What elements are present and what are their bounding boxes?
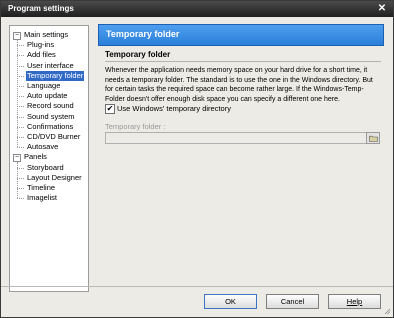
title-bar[interactable]: Program settings ✕ (1, 1, 393, 17)
temporary-folder-input[interactable] (105, 132, 369, 144)
tree-connector (17, 106, 24, 108)
panel-header: Temporary folder (98, 24, 384, 46)
use-windows-temp-checkbox[interactable]: ✔ (105, 104, 115, 114)
folder-icon (368, 135, 378, 142)
tree-connector (17, 167, 24, 169)
tree-item[interactable]: Autosave (26, 142, 59, 152)
tree-item[interactable]: Sound system (26, 112, 76, 122)
section-divider (105, 61, 381, 62)
tree-connector (17, 75, 24, 77)
tree-group-label[interactable]: Panels (23, 152, 48, 162)
tree-connector-vertical (17, 161, 18, 199)
tree-connector (17, 126, 24, 128)
tree-item[interactable]: Language (26, 81, 61, 91)
tree-item[interactable]: User interface (26, 61, 75, 71)
tree-connector (17, 86, 24, 87)
tree-item[interactable]: Add files (26, 50, 57, 60)
panel-header-title: Temporary folder (106, 29, 180, 39)
tree-connector (17, 137, 24, 138)
description-text: Whenever the application needs memory sp… (105, 67, 373, 103)
tree-item[interactable]: Layout Designer (26, 173, 83, 183)
tree-item[interactable]: Plug-ins (26, 40, 55, 50)
tree-item[interactable]: Storyboard (26, 163, 65, 173)
use-windows-temp-label[interactable]: Use Windows' temporary directory (117, 104, 231, 114)
tree-item[interactable]: CD/DVD Burner (26, 132, 81, 142)
tree-connector (17, 116, 24, 118)
tree-connector (17, 45, 24, 47)
tree-connector (17, 55, 24, 57)
tree-connector (17, 65, 24, 67)
tree-connector-vertical (17, 39, 18, 148)
tree-item[interactable]: Auto update (26, 91, 68, 101)
tree-connector (17, 198, 24, 200)
close-icon[interactable]: ✕ (376, 2, 388, 14)
resize-grip-icon[interactable] (384, 308, 391, 315)
program-settings-window: Program settings ✕ − Main settings Plug-in… (0, 0, 394, 318)
tree-item[interactable]: Timeline (26, 183, 56, 193)
tree-connector (17, 96, 24, 98)
settings-tree: − Main settings Plug-ins Add files User inte… (9, 25, 89, 292)
tree-connector (17, 147, 24, 149)
temporary-folder-label: Temporary folder : (105, 122, 166, 131)
section-title: Temporary folder (105, 50, 171, 59)
tree-group-label[interactable]: Main settings (23, 30, 69, 40)
window-title: Program settings (8, 4, 74, 13)
ok-button[interactable]: OK (204, 294, 257, 309)
tree-item[interactable]: Confirmations (26, 122, 74, 132)
tree-item[interactable]: Record sound (26, 101, 75, 111)
footer-divider (1, 286, 393, 287)
tree-item[interactable]: Temporary folder (26, 70, 85, 81)
tree-item[interactable]: Imagelist (26, 193, 58, 203)
tree-connector (17, 177, 24, 179)
cancel-button[interactable]: Cancel (266, 294, 319, 309)
tree-connector (17, 188, 24, 189)
help-button[interactable]: Help (328, 294, 381, 309)
checkmark-icon: ✔ (106, 104, 114, 113)
browse-folder-button[interactable] (366, 132, 380, 144)
